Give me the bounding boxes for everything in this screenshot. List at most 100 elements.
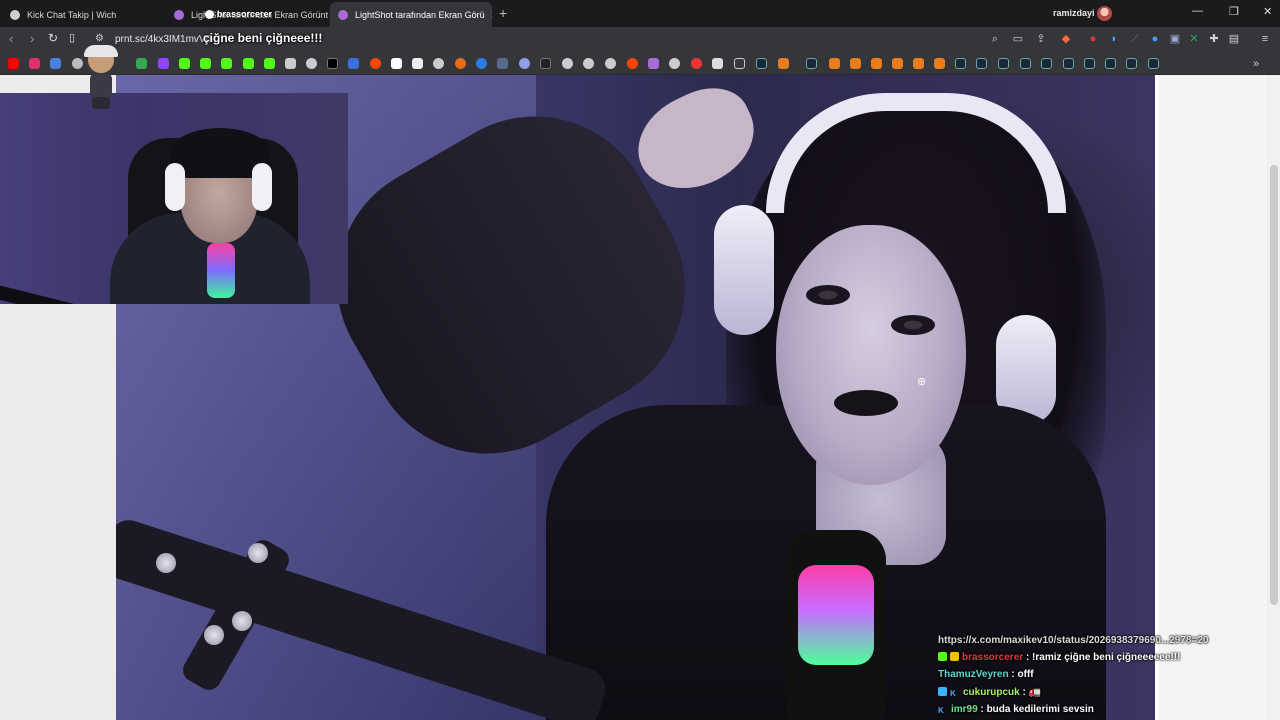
- chat-text: : !ramiz çiğne beni çiğneeeeee!!!: [1025, 652, 1181, 663]
- bookmark-icon[interactable]: [476, 58, 487, 69]
- reddit-icon[interactable]: [627, 58, 638, 69]
- chat-username: ThamuzVeyren: [938, 669, 1009, 680]
- address-bar[interactable]: prnt.sc/4kx3IM1mvV0: [115, 34, 211, 45]
- bookmark-icon[interactable]: [778, 58, 789, 69]
- new-tab-button[interactable]: +: [499, 5, 507, 21]
- bookmark-icon[interactable]: [913, 58, 924, 69]
- zoom-icon[interactable]: ⌕: [989, 33, 1001, 45]
- bookmark-icon[interactable]: [892, 58, 903, 69]
- steam-icon[interactable]: [1126, 58, 1137, 69]
- bookmark-icon[interactable]: [412, 58, 423, 69]
- steam-icon[interactable]: [1020, 58, 1031, 69]
- chat-username: brassorcerer: [962, 652, 1024, 663]
- tab-lightshot-2[interactable]: LightShot tarafından Ekran Görü ×: [330, 2, 492, 27]
- bookmark-icon[interactable]: [691, 58, 702, 69]
- steam-icon[interactable]: [955, 58, 966, 69]
- bookmark-icon[interactable]: [348, 58, 359, 69]
- cast-icon[interactable]: ▭: [1012, 33, 1024, 45]
- bookmark-icon[interactable]: [712, 58, 723, 69]
- profile-name[interactable]: ramizdayi: [1053, 8, 1095, 18]
- bookmark-icon[interactable]: [497, 58, 508, 69]
- streamer-webcam: [0, 93, 348, 304]
- back-icon[interactable]: ‹: [9, 31, 13, 46]
- tab-strip: Kick Chat Takip | Wich LightShot tarafın…: [0, 0, 1280, 27]
- bookmark-icon[interactable]: [648, 58, 659, 69]
- bookmark-icon[interactable]: [264, 58, 275, 69]
- scroll-thumb[interactable]: [1270, 165, 1278, 605]
- chat-text: : buda kedilerimi sevsin: [980, 704, 1094, 715]
- bookmark-icon[interactable]: [519, 58, 530, 69]
- bookmark-icon[interactable]: [669, 58, 680, 69]
- bookmark-icon[interactable]: [306, 58, 317, 69]
- folder-icon[interactable]: [734, 58, 745, 69]
- reload-icon[interactable]: ↻: [48, 31, 58, 45]
- kick-icon[interactable]: [243, 58, 254, 69]
- bookmark-icon[interactable]: [433, 58, 444, 69]
- reddit-icon[interactable]: [370, 58, 381, 69]
- alert-username: brassorcerer: [217, 9, 273, 19]
- steam-icon[interactable]: [1063, 58, 1074, 69]
- bookmark-icon[interactable]: [540, 58, 551, 69]
- bookmark-icon[interactable]: [871, 58, 882, 69]
- extension-icon-4[interactable]: ●: [1149, 33, 1161, 45]
- x-icon[interactable]: [327, 58, 338, 69]
- extension-icon-3[interactable]: ⟋: [1129, 33, 1141, 45]
- mascot-body: [90, 73, 112, 99]
- scrollbar[interactable]: [1268, 75, 1280, 720]
- menu-icon[interactable]: ≡: [1259, 33, 1271, 45]
- steam-icon[interactable]: [1105, 58, 1116, 69]
- steam-icon[interactable]: [998, 58, 1009, 69]
- bookmark-icon[interactable]: [850, 58, 861, 69]
- steam-icon[interactable]: [806, 58, 817, 69]
- extension-icon-2[interactable]: ◗: [1108, 33, 1120, 45]
- site-settings-icon[interactable]: ⚙: [95, 33, 104, 44]
- gem-badge-icon: [938, 687, 947, 696]
- steam-icon[interactable]: [756, 58, 767, 69]
- bookmark-icon[interactable]: [285, 58, 296, 69]
- bookmark-icon[interactable]: [934, 58, 945, 69]
- forward-icon[interactable]: ›: [30, 31, 34, 46]
- bookmark-icon[interactable]: [455, 58, 466, 69]
- bolt: [232, 611, 252, 631]
- share-icon[interactable]: ⇪: [1035, 33, 1047, 45]
- steam-icon[interactable]: [1041, 58, 1052, 69]
- drive-icon[interactable]: [136, 58, 147, 69]
- twitch-icon[interactable]: [158, 58, 169, 69]
- globe-icon: [10, 9, 20, 20]
- close-tab-icon[interactable]: ×: [485, 9, 492, 21]
- minimize-icon[interactable]: —: [1192, 5, 1203, 17]
- steam-icon[interactable]: [1148, 58, 1159, 69]
- kick-icon[interactable]: [200, 58, 211, 69]
- steam-icon[interactable]: [976, 58, 987, 69]
- bookmark-icon[interactable]: [391, 58, 402, 69]
- more-bookmarks-icon[interactable]: »: [1250, 58, 1262, 70]
- avatar[interactable]: [1097, 6, 1112, 21]
- tab-kick-chat[interactable]: Kick Chat Takip | Wich: [2, 2, 162, 27]
- close-window-icon[interactable]: ✕: [1263, 5, 1272, 18]
- extension-icon-5[interactable]: ▣: [1169, 33, 1181, 45]
- kick-icon[interactable]: [221, 58, 232, 69]
- sidebar-icon[interactable]: ▤: [1228, 33, 1240, 45]
- bookmark-icon[interactable]: [50, 58, 61, 69]
- extension-icon-1[interactable]: ●: [1087, 33, 1099, 45]
- chat-message: brassorcerer : !ramiz çiğne beni çiğneee…: [938, 652, 1180, 663]
- mascot-sticker: [80, 45, 122, 111]
- youtube-icon[interactable]: [8, 58, 19, 69]
- webcam-microphone: [207, 243, 235, 298]
- brave-shield-icon[interactable]: ◆: [1060, 33, 1072, 45]
- steam-icon[interactable]: [1084, 58, 1095, 69]
- extensions-puzzle-icon[interactable]: ✚: [1208, 33, 1220, 45]
- tab-title: LightShot tarafından Ekran Görü: [355, 9, 485, 20]
- face: [776, 225, 966, 485]
- mascot-legs: [92, 97, 110, 109]
- kick-icon[interactable]: [179, 58, 190, 69]
- restore-icon[interactable]: ❐: [1229, 5, 1239, 18]
- bookmark-icon[interactable]: [605, 58, 616, 69]
- extension-icon-6[interactable]: ✕: [1188, 33, 1200, 45]
- bookmark-icon[interactable]: [829, 58, 840, 69]
- instagram-icon[interactable]: [29, 58, 40, 69]
- k-badge-icon: K: [950, 689, 956, 698]
- bookmark-icon[interactable]: ▯: [69, 31, 75, 44]
- bookmark-icon[interactable]: [562, 58, 573, 69]
- bookmark-icon[interactable]: [583, 58, 594, 69]
